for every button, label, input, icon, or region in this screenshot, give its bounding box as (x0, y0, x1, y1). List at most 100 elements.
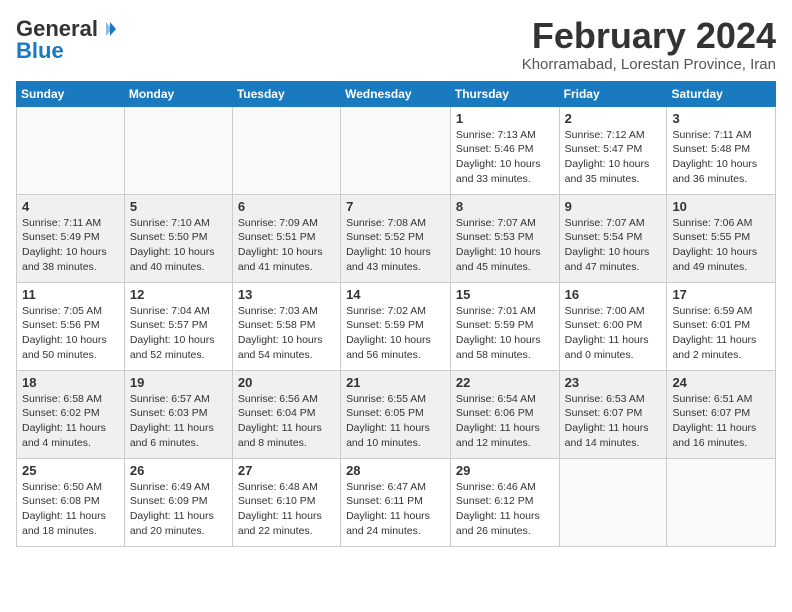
calendar-cell: 22Sunrise: 6:54 AM Sunset: 6:06 PM Dayli… (450, 370, 559, 458)
title-block: February 2024 Khorramabad, Lorestan Prov… (522, 16, 776, 73)
weekday-header-saturday: Saturday (667, 81, 776, 106)
day-number: 18 (22, 375, 119, 390)
calendar-cell: 1 Sunrise: 7:13 AM Sunset: 5:46 PM Daylig… (450, 106, 559, 194)
calendar-cell: 19 Sunrise: 6:57 AM Sunset: 6:03 PM Dayli… (124, 370, 232, 458)
day-number: 5 (130, 199, 227, 214)
location: Khorramabad, Lorestan Province, Iran (522, 56, 776, 73)
day-number: 16 (565, 287, 662, 302)
calendar-cell: 13 Sunrise: 7:03 AM Sunset: 5:58 PM Dayli… (232, 282, 340, 370)
day-info: Sunrise: 6:48 AM Sunset: 6:10 PM Dayligh… (238, 480, 335, 539)
calendar-cell: 14 Sunrise: 7:02 AM Sunset: 5:59 PM Dayli… (341, 282, 451, 370)
day-number: 19 (130, 375, 227, 390)
day-number: 11 (22, 287, 119, 302)
logo-icon (100, 20, 118, 38)
calendar-cell (667, 458, 776, 546)
day-number: 14 (346, 287, 445, 302)
day-info: Sunrise: 7:02 AM Sunset: 5:59 PM Dayligh… (346, 304, 445, 363)
day-info: Sunrise: 7:06 AM Sunset: 5:55 PM Dayligh… (672, 216, 770, 275)
day-number: 3 (672, 111, 770, 126)
calendar-cell (124, 106, 232, 194)
day-info: Sunrise: 6:50 AM Sunset: 6:08 PM Dayligh… (22, 480, 119, 539)
month-year: February 2024 (522, 16, 776, 56)
calendar-cell: 5 Sunrise: 7:10 AM Sunset: 5:50 PM Daylig… (124, 194, 232, 282)
day-info: Sunrise: 7:08 AM Sunset: 5:52 PM Dayligh… (346, 216, 445, 275)
calendar-week-5: 25 Sunrise: 6:50 AM Sunset: 6:08 PM Dayli… (17, 458, 776, 546)
calendar-cell: 6 Sunrise: 7:09 AM Sunset: 5:51 PM Daylig… (232, 194, 340, 282)
calendar-cell (559, 458, 667, 546)
calendar-cell: 24 Sunrise: 6:51 AM Sunset: 6:07 PM Dayli… (667, 370, 776, 458)
day-info: Sunrise: 7:10 AM Sunset: 5:50 PM Dayligh… (130, 216, 227, 275)
day-number: 9 (565, 199, 662, 214)
day-info: Sunrise: 7:07 AM Sunset: 5:53 PM Dayligh… (456, 216, 554, 275)
day-info: Sunrise: 6:49 AM Sunset: 6:09 PM Dayligh… (130, 480, 227, 539)
day-number: 20 (238, 375, 335, 390)
day-number: 10 (672, 199, 770, 214)
day-number: 15 (456, 287, 554, 302)
calendar-header: SundayMondayTuesdayWednesdayThursdayFrid… (17, 81, 776, 106)
day-number: 8 (456, 199, 554, 214)
day-number: 17 (672, 287, 770, 302)
day-info: Sunrise: 7:05 AM Sunset: 5:56 PM Dayligh… (22, 304, 119, 363)
logo: General Blue (16, 16, 118, 64)
calendar-cell (17, 106, 125, 194)
day-info: Sunrise: 7:04 AM Sunset: 5:57 PM Dayligh… (130, 304, 227, 363)
calendar-cell: 11 Sunrise: 7:05 AM Sunset: 5:56 PM Dayli… (17, 282, 125, 370)
logo-blue-text: Blue (16, 38, 64, 64)
day-number: 25 (22, 463, 119, 478)
calendar-week-2: 4 Sunrise: 7:11 AM Sunset: 5:49 PM Daylig… (17, 194, 776, 282)
day-info: Sunrise: 7:01 AM Sunset: 5:59 PM Dayligh… (456, 304, 554, 363)
day-number: 29 (456, 463, 554, 478)
day-info: Sunrise: 6:51 AM Sunset: 6:07 PM Dayligh… (672, 392, 770, 451)
calendar-body: 1 Sunrise: 7:13 AM Sunset: 5:46 PM Daylig… (17, 106, 776, 546)
day-number: 12 (130, 287, 227, 302)
day-info: Sunrise: 6:47 AM Sunset: 6:11 PM Dayligh… (346, 480, 445, 539)
day-info: Sunrise: 6:55 AM Sunset: 6:05 PM Dayligh… (346, 392, 445, 451)
day-number: 6 (238, 199, 335, 214)
calendar-cell: 9 Sunrise: 7:07 AM Sunset: 5:54 PM Daylig… (559, 194, 667, 282)
calendar-cell: 8 Sunrise: 7:07 AM Sunset: 5:53 PM Daylig… (450, 194, 559, 282)
day-info: Sunrise: 7:11 AM Sunset: 5:48 PM Dayligh… (672, 128, 770, 187)
calendar-cell: 21 Sunrise: 6:55 AM Sunset: 6:05 PM Dayli… (341, 370, 451, 458)
calendar-cell (232, 106, 340, 194)
calendar-cell: 27Sunrise: 6:48 AM Sunset: 6:10 PM Dayli… (232, 458, 340, 546)
weekday-header-monday: Monday (124, 81, 232, 106)
day-info: Sunrise: 7:12 AM Sunset: 5:47 PM Dayligh… (565, 128, 662, 187)
calendar-cell: 29Sunrise: 6:46 AM Sunset: 6:12 PM Dayli… (450, 458, 559, 546)
calendar-cell: 26 Sunrise: 6:49 AM Sunset: 6:09 PM Dayli… (124, 458, 232, 546)
day-number: 1 (456, 111, 554, 126)
calendar-cell: 10 Sunrise: 7:06 AM Sunset: 5:55 PM Dayli… (667, 194, 776, 282)
weekday-header-wednesday: Wednesday (341, 81, 451, 106)
day-info: Sunrise: 6:53 AM Sunset: 6:07 PM Dayligh… (565, 392, 662, 451)
weekday-header-tuesday: Tuesday (232, 81, 340, 106)
calendar-cell: 2Sunrise: 7:12 AM Sunset: 5:47 PM Daylig… (559, 106, 667, 194)
day-info: Sunrise: 7:13 AM Sunset: 5:46 PM Dayligh… (456, 128, 554, 187)
calendar-cell: 25 Sunrise: 6:50 AM Sunset: 6:08 PM Dayli… (17, 458, 125, 546)
calendar-week-1: 1 Sunrise: 7:13 AM Sunset: 5:46 PM Daylig… (17, 106, 776, 194)
calendar-cell: 12 Sunrise: 7:04 AM Sunset: 5:57 PM Dayli… (124, 282, 232, 370)
day-number: 13 (238, 287, 335, 302)
day-number: 26 (130, 463, 227, 478)
weekday-header-thursday: Thursday (450, 81, 559, 106)
day-number: 4 (22, 199, 119, 214)
day-number: 21 (346, 375, 445, 390)
calendar-cell: 18 Sunrise: 6:58 AM Sunset: 6:02 PM Dayli… (17, 370, 125, 458)
calendar-cell: 28Sunrise: 6:47 AM Sunset: 6:11 PM Dayli… (341, 458, 451, 546)
day-info: Sunrise: 7:11 AM Sunset: 5:49 PM Dayligh… (22, 216, 119, 275)
day-info: Sunrise: 6:59 AM Sunset: 6:01 PM Dayligh… (672, 304, 770, 363)
day-info: Sunrise: 6:58 AM Sunset: 6:02 PM Dayligh… (22, 392, 119, 451)
day-info: Sunrise: 6:57 AM Sunset: 6:03 PM Dayligh… (130, 392, 227, 451)
day-info: Sunrise: 7:07 AM Sunset: 5:54 PM Dayligh… (565, 216, 662, 275)
day-info: Sunrise: 6:54 AM Sunset: 6:06 PM Dayligh… (456, 392, 554, 451)
day-info: Sunrise: 7:09 AM Sunset: 5:51 PM Dayligh… (238, 216, 335, 275)
day-number: 23 (565, 375, 662, 390)
calendar-cell (341, 106, 451, 194)
day-info: Sunrise: 7:03 AM Sunset: 5:58 PM Dayligh… (238, 304, 335, 363)
calendar-cell: 4 Sunrise: 7:11 AM Sunset: 5:49 PM Daylig… (17, 194, 125, 282)
weekday-header-sunday: Sunday (17, 81, 125, 106)
day-info: Sunrise: 7:00 AM Sunset: 6:00 PM Dayligh… (565, 304, 662, 363)
calendar-cell: 23 Sunrise: 6:53 AM Sunset: 6:07 PM Dayli… (559, 370, 667, 458)
weekday-row: SundayMondayTuesdayWednesdayThursdayFrid… (17, 81, 776, 106)
day-number: 24 (672, 375, 770, 390)
weekday-header-friday: Friday (559, 81, 667, 106)
calendar-week-4: 18 Sunrise: 6:58 AM Sunset: 6:02 PM Dayli… (17, 370, 776, 458)
